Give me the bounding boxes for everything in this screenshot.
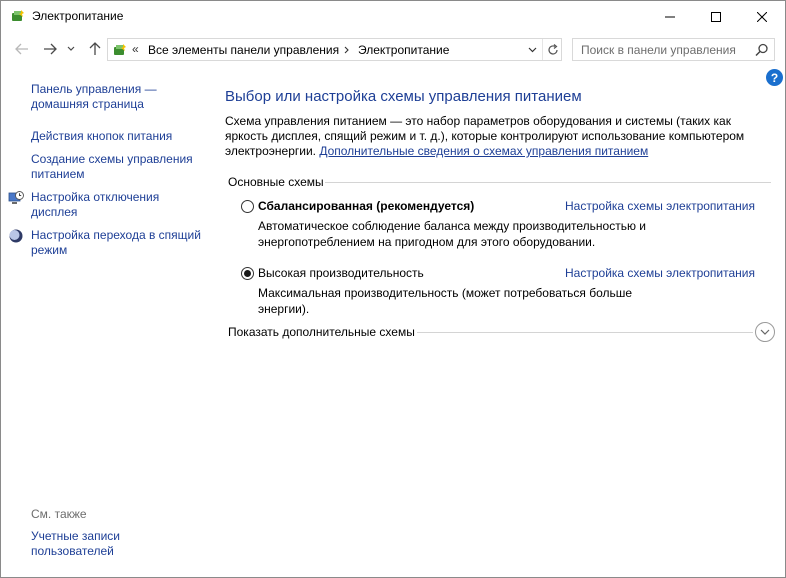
sidebar-item-user-accounts[interactable]: Учетные записи пользователей xyxy=(31,529,151,559)
plan-high-performance-description: Максимальная производительность (может п… xyxy=(258,286,633,316)
arrow-left-icon xyxy=(15,43,28,55)
chevron-down-icon xyxy=(67,46,75,51)
power-options-window: Электропитание « Все элементы панели упр… xyxy=(0,0,786,578)
sidebar-item-display-off[interactable]: Настройка отключения дисплея xyxy=(31,190,206,220)
close-icon xyxy=(757,11,767,22)
maximize-button[interactable] xyxy=(693,1,739,32)
show-more-plans-label[interactable]: Показать дополнительные схемы xyxy=(228,325,415,339)
sidebar-item-create-plan[interactable]: Создание схемы управления питанием xyxy=(31,152,201,182)
up-button[interactable] xyxy=(86,40,104,58)
minimize-button[interactable] xyxy=(647,1,693,32)
forward-button[interactable] xyxy=(41,40,59,58)
window-title: Электропитание xyxy=(32,9,124,23)
group-divider xyxy=(325,182,771,183)
page-description: Схема управления питанием — это набор па… xyxy=(225,114,775,159)
refresh-button[interactable] xyxy=(542,39,562,60)
search-input[interactable]: Поиск в панели управления xyxy=(581,43,736,57)
plan-balanced-description: Автоматическое соблюдение баланса между … xyxy=(258,219,647,249)
breadcrumb-overflow[interactable]: « xyxy=(132,42,139,56)
more-plans-divider xyxy=(417,332,753,333)
power-options-icon xyxy=(114,44,126,55)
see-also-heading: См. также xyxy=(31,507,87,521)
power-options-icon xyxy=(12,10,24,21)
sidebar-item-power-buttons[interactable]: Действия кнопок питания xyxy=(31,129,206,144)
moon-icon xyxy=(9,229,23,243)
address-bar[interactable]: « Все элементы панели управления Электро… xyxy=(107,38,562,61)
search-box[interactable]: Поиск в панели управления xyxy=(572,38,775,61)
chevron-right-icon xyxy=(344,46,349,54)
minimize-icon xyxy=(665,16,675,17)
page-title: Выбор или настройка схемы управления пит… xyxy=(225,88,582,105)
navigation-bar: « Все элементы панели управления Электро… xyxy=(1,32,785,66)
address-history-button[interactable] xyxy=(522,39,542,60)
refresh-icon xyxy=(547,43,558,55)
help-button[interactable]: ? xyxy=(766,69,783,86)
plan-balanced-name[interactable]: Сбалансированная (рекомендуется) xyxy=(258,199,474,213)
arrow-up-icon xyxy=(89,42,101,55)
arrow-right-icon xyxy=(44,43,57,55)
plan-high-performance-radio[interactable] xyxy=(241,267,254,280)
title-bar: Электропитание xyxy=(1,1,785,32)
breadcrumb-all-control-panel-items[interactable]: Все элементы панели управления xyxy=(148,43,339,57)
sidebar: Панель управления — домашняя страница Де… xyxy=(1,66,211,576)
monitor-clock-icon xyxy=(8,191,24,204)
recent-locations-button[interactable] xyxy=(65,40,77,58)
sidebar-item-control-panel-home[interactable]: Панель управления — домашняя страница xyxy=(31,82,206,112)
plan-balanced-settings-link[interactable]: Настройка схемы электропитания xyxy=(565,199,755,213)
chevron-down-icon xyxy=(760,329,770,335)
more-info-link[interactable]: Дополнительные сведения о схемах управле… xyxy=(319,144,648,158)
plan-balanced-radio[interactable] xyxy=(241,200,254,213)
breadcrumb-power-options[interactable]: Электропитание xyxy=(358,43,449,57)
plan-high-performance-settings-link[interactable]: Настройка схемы электропитания xyxy=(565,266,755,280)
chevron-down-icon xyxy=(528,47,536,52)
plan-high-performance-name[interactable]: Высокая производительность xyxy=(258,266,424,280)
close-button[interactable] xyxy=(739,1,785,32)
expand-more-plans-button[interactable] xyxy=(755,322,775,342)
preferred-plans-label: Основные схемы xyxy=(228,175,324,189)
back-button[interactable] xyxy=(13,40,31,58)
maximize-icon xyxy=(711,11,721,22)
sidebar-item-sleep[interactable]: Настройка перехода в спящий режим xyxy=(31,228,206,258)
search-icon[interactable] xyxy=(754,42,770,58)
